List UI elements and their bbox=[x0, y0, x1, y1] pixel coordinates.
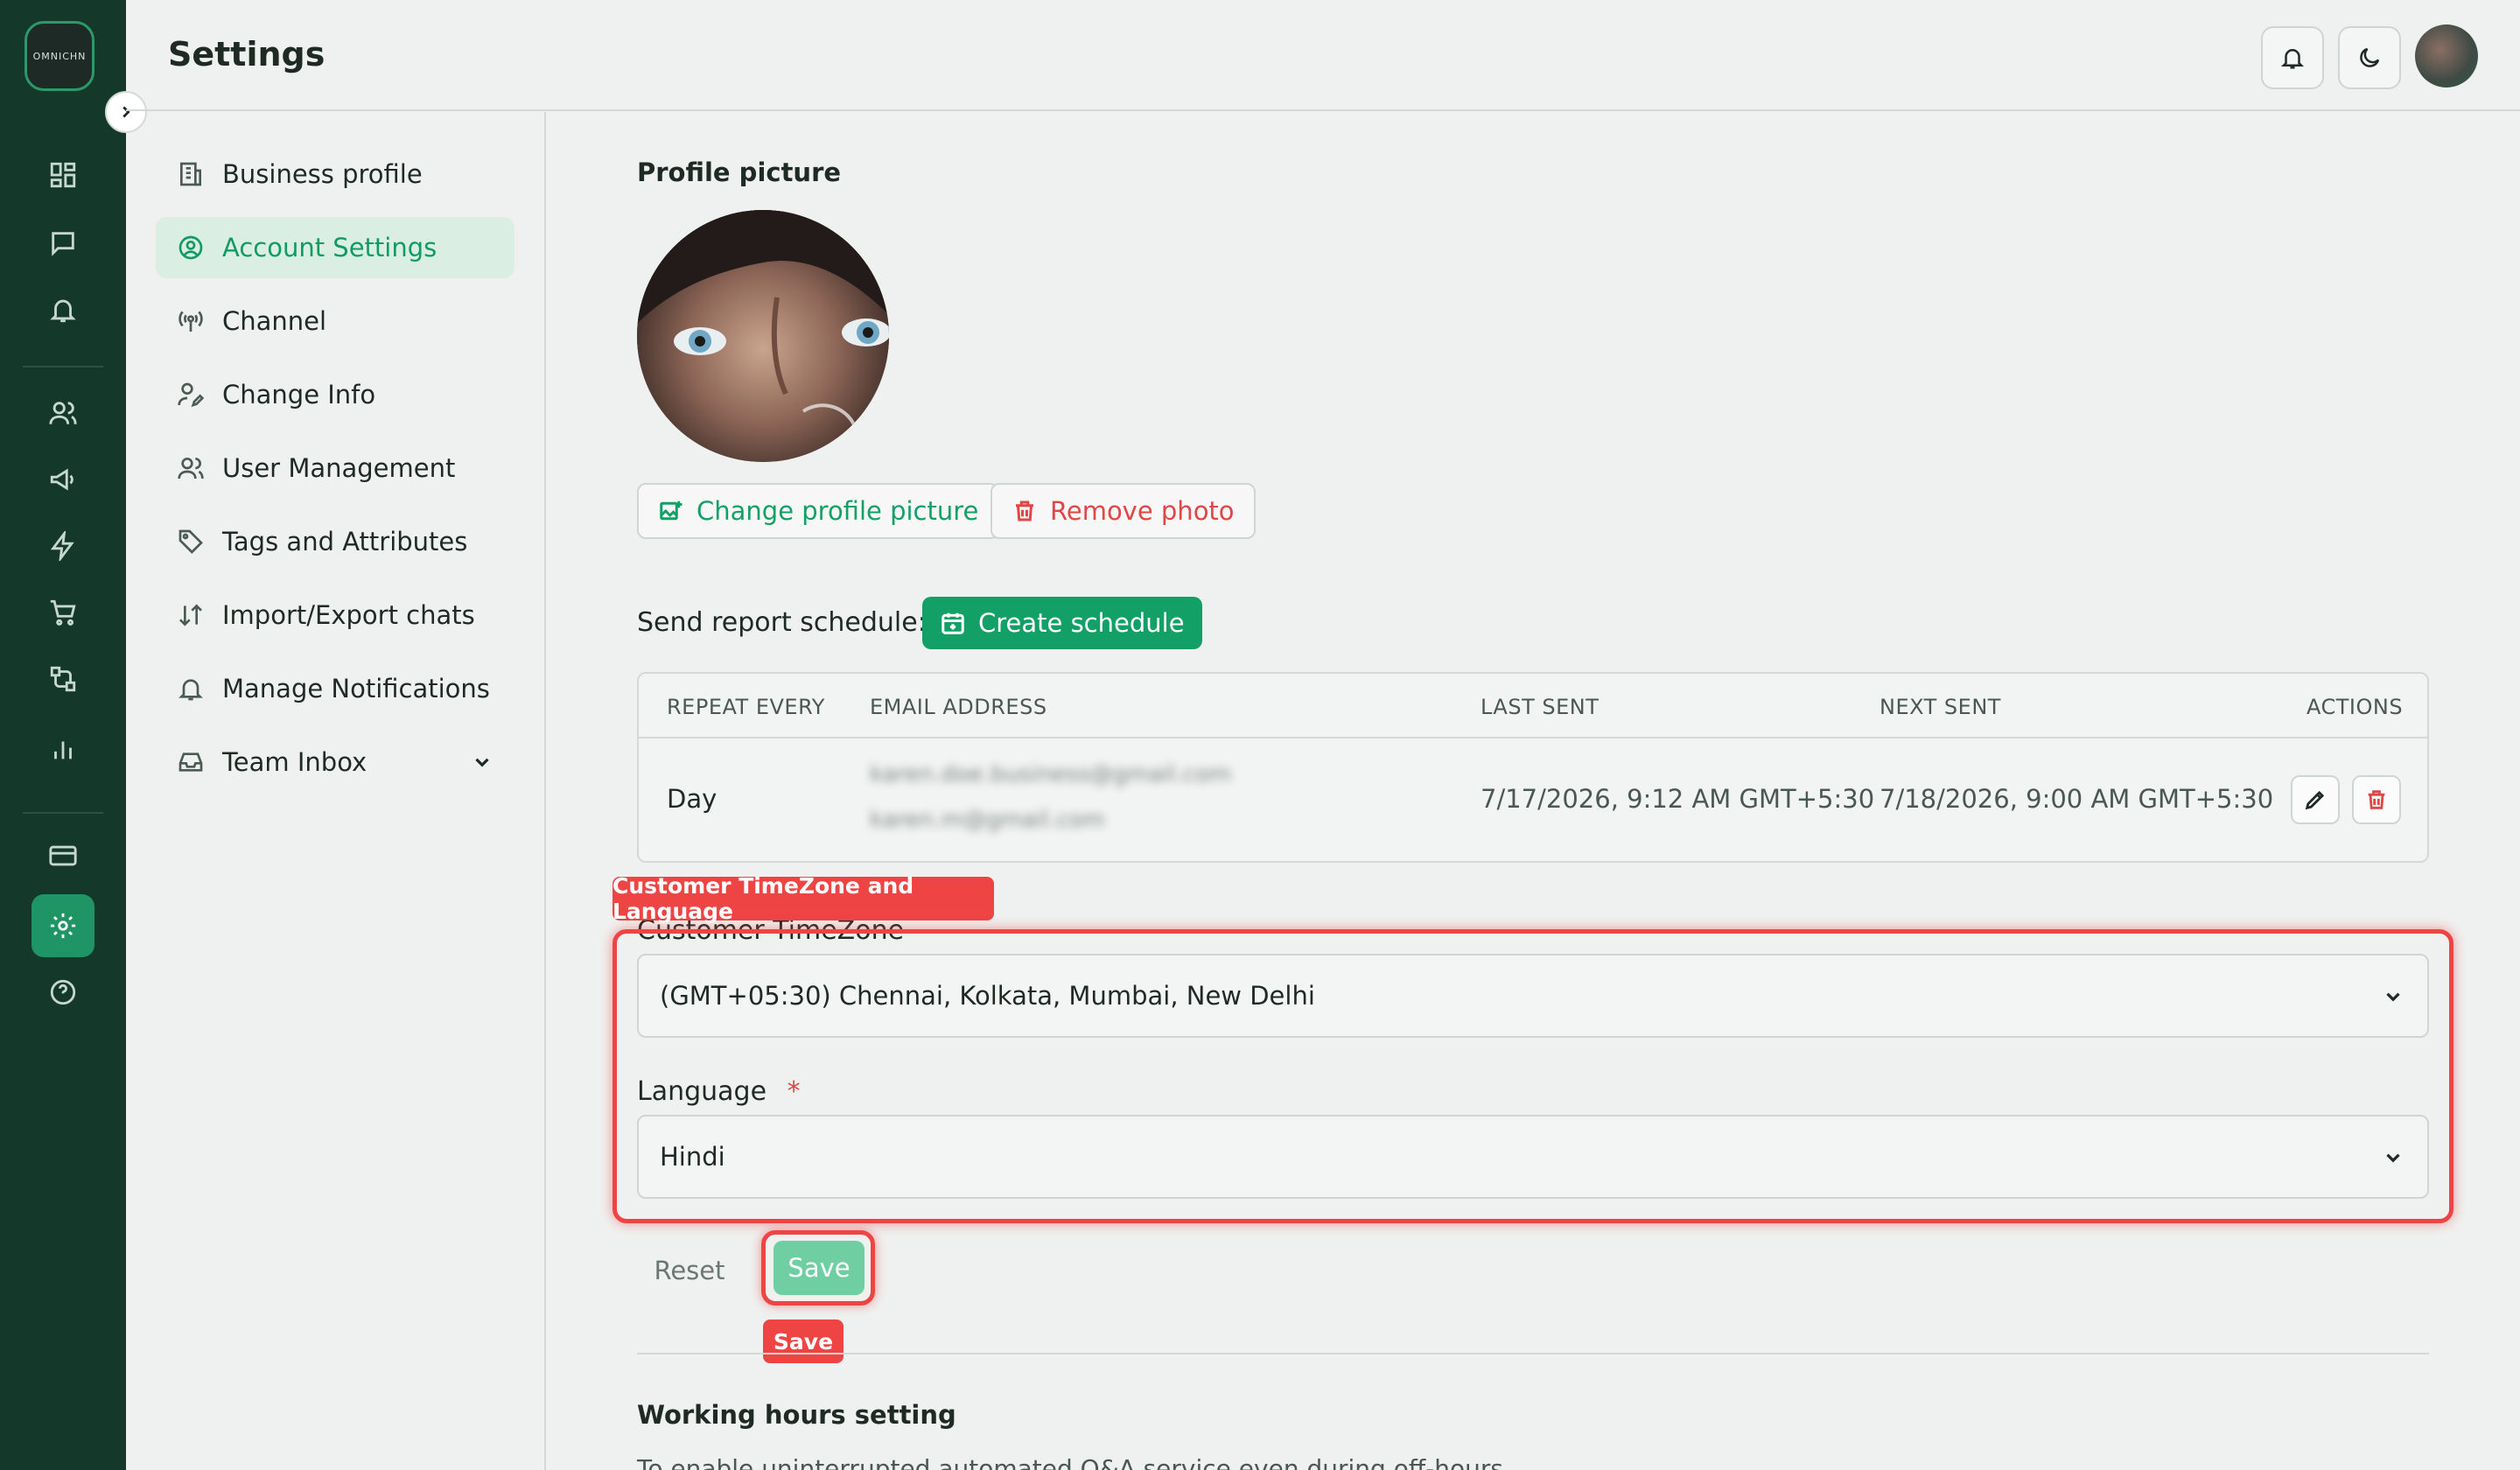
nav-label: Team Inbox bbox=[222, 747, 368, 777]
settings-nav-account-settings[interactable]: Account Settings bbox=[156, 217, 514, 278]
column-header: REPEAT EVERY bbox=[667, 695, 825, 719]
nav-label: Change Info bbox=[222, 380, 376, 410]
settings-nav-team-inbox[interactable]: Team Inbox bbox=[156, 732, 514, 793]
timezone-language-highlight bbox=[612, 929, 2454, 1223]
next-sent-cell: 7/18/2026, 9:00 AM GMT+5:30 bbox=[1880, 784, 2274, 814]
rail-divider bbox=[23, 366, 103, 368]
column-header: ACTIONS bbox=[2306, 695, 2404, 719]
megaphone-icon[interactable] bbox=[46, 462, 80, 497]
arrows-updown-icon bbox=[179, 604, 202, 626]
page-title: Settings bbox=[168, 35, 326, 74]
settings-nav-business-profile[interactable]: Business profile bbox=[156, 144, 514, 205]
save-annotation: Save bbox=[763, 1320, 844, 1363]
brand-logo-text: OMNICHN bbox=[32, 50, 87, 62]
profile-photo-image bbox=[637, 210, 889, 462]
card-icon[interactable] bbox=[46, 838, 80, 873]
remove-photo-label: Remove photo bbox=[1050, 496, 1235, 526]
image-edit-icon bbox=[660, 500, 682, 521]
settings-nav-channel[interactable]: Channel bbox=[156, 290, 514, 352]
nav-label: Import/Export chats bbox=[222, 600, 475, 630]
user-avatar[interactable] bbox=[2415, 24, 2478, 88]
contacts-icon[interactable] bbox=[46, 396, 80, 430]
pencil-icon bbox=[2305, 790, 2325, 810]
profile-picture-heading: Profile picture bbox=[637, 158, 842, 187]
settings-nav-change-info[interactable]: Change Info bbox=[156, 364, 514, 425]
report-schedule-label: Send report schedule: bbox=[637, 607, 927, 638]
change-profile-picture-label: Change profile picture bbox=[696, 496, 979, 526]
user-circle-icon bbox=[178, 235, 203, 260]
help-icon[interactable] bbox=[46, 975, 80, 1010]
table-row: Day karen.doe.business@gmail.com karen.m… bbox=[639, 740, 2427, 861]
last-sent-cell: 7/17/2026, 9:12 AM GMT+5:30 bbox=[1480, 784, 1875, 814]
top-header bbox=[126, 0, 2520, 111]
nav-label: Account Settings bbox=[222, 233, 438, 262]
report-schedule-table: REPEAT EVERY EMAIL ADDRESS LAST SENT NEX… bbox=[637, 672, 2429, 863]
nav-label: Manage Notifications bbox=[222, 674, 490, 704]
section-divider bbox=[637, 1353, 2429, 1354]
nav-label: Business profile bbox=[222, 159, 423, 189]
timezone-language-annotation: Customer TimeZone and Language bbox=[612, 873, 994, 924]
reset-button[interactable]: Reset bbox=[637, 1242, 742, 1298]
calendar-plus-icon bbox=[942, 612, 964, 634]
remove-photo-button[interactable]: Remove photo bbox=[990, 483, 1256, 539]
settings-nav-user-management[interactable]: User Management bbox=[156, 438, 514, 499]
table-header: REPEAT EVERY EMAIL ADDRESS LAST SENT NEX… bbox=[639, 674, 2427, 738]
dark-mode-moon-icon bbox=[2360, 47, 2380, 67]
nav-label: Channel bbox=[222, 306, 327, 336]
broadcast-icon bbox=[178, 311, 203, 332]
change-profile-picture-button[interactable]: Change profile picture bbox=[637, 483, 1000, 539]
users-icon bbox=[178, 458, 204, 480]
notification-bell-icon bbox=[2280, 49, 2305, 69]
flow-icon[interactable] bbox=[46, 662, 80, 696]
bell-icon bbox=[178, 679, 203, 701]
settings-nav-tags-attributes[interactable]: Tags and Attributes bbox=[156, 511, 514, 572]
save-highlight bbox=[761, 1230, 875, 1306]
user-edit-icon bbox=[178, 382, 205, 408]
brand-logo[interactable]: OMNICHN bbox=[24, 21, 94, 91]
working-hours-heading: Working hours setting bbox=[637, 1400, 956, 1430]
create-schedule-label: Create schedule bbox=[978, 608, 1185, 638]
column-header: EMAIL ADDRESS bbox=[870, 695, 1047, 719]
email-cell: karen.m@gmail.com bbox=[870, 807, 1105, 833]
settings-nav-import-export[interactable]: Import/Export chats bbox=[156, 584, 514, 646]
bell-icon[interactable] bbox=[46, 292, 80, 327]
chat-icon[interactable] bbox=[46, 226, 80, 261]
working-hours-description: To enable uninterrupted automated Q&A se… bbox=[637, 1454, 1503, 1470]
column-header: LAST SENT bbox=[1480, 695, 1600, 719]
profile-picture bbox=[637, 210, 889, 462]
edit-schedule-button[interactable] bbox=[2291, 775, 2340, 824]
bolt-icon[interactable] bbox=[46, 528, 80, 564]
dashboard-icon[interactable] bbox=[46, 158, 80, 192]
create-schedule-button[interactable]: Create schedule bbox=[922, 597, 1202, 649]
settings-icon[interactable] bbox=[46, 908, 80, 943]
icon-rail: OMNICHN bbox=[0, 0, 126, 1470]
rail-divider bbox=[23, 812, 103, 814]
inbox-icon bbox=[178, 752, 203, 772]
settings-nav-manage-notifications[interactable]: Manage Notifications bbox=[156, 658, 514, 719]
building-icon bbox=[180, 162, 201, 186]
repeat-cell: Day bbox=[667, 784, 718, 814]
trash-icon bbox=[2368, 790, 2385, 809]
notification-button[interactable] bbox=[2261, 26, 2324, 89]
nav-label: User Management bbox=[222, 453, 456, 483]
column-header: NEXT SENT bbox=[1880, 695, 2001, 719]
trash-icon bbox=[1016, 500, 1033, 522]
email-cell: karen.doe.business@gmail.com bbox=[870, 761, 1232, 788]
bar-chart-icon[interactable] bbox=[46, 732, 80, 766]
tag-icon bbox=[178, 529, 203, 554]
cart-icon[interactable] bbox=[46, 595, 80, 630]
nav-label: Tags and Attributes bbox=[222, 527, 468, 556]
chevron-down-icon bbox=[475, 758, 489, 767]
dark-mode-toggle[interactable] bbox=[2338, 26, 2401, 89]
delete-schedule-button[interactable] bbox=[2352, 775, 2401, 824]
